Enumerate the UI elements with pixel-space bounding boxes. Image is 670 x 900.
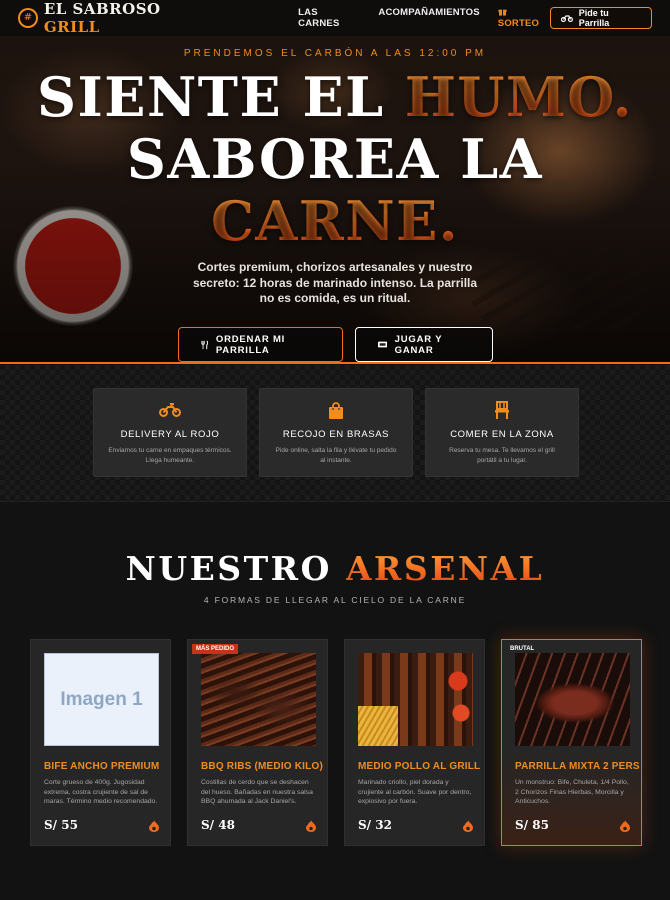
nav-link-sorteo[interactable]: SORTEO	[498, 7, 550, 29]
shopping-bag-icon	[329, 401, 343, 419]
motorcycle-icon	[159, 403, 181, 417]
fork-knife-icon	[200, 339, 208, 349]
services-section: DELIVERY AL ROJO Enviamos tu carne en em…	[0, 365, 670, 502]
grill-logo-icon: #	[18, 8, 38, 28]
brand-name: EL SABROSO GRILL	[43, 0, 161, 36]
gift-icon	[498, 9, 507, 16]
play-and-win-button[interactable]: JUGAR Y GANAR	[354, 327, 493, 362]
hero-headline: SIENTE EL HUMO. SABOREA LA CARNE.	[37, 65, 633, 253]
service-card-delivery: DELIVERY AL ROJO Enviamos tu carne en em…	[93, 388, 247, 477]
order-grill-button[interactable]: Pide tu Parrilla	[549, 7, 652, 29]
product-badge: BRUTAL	[510, 646, 535, 652]
product-card-ribs[interactable]: MÁS PEDIDO BBQ RIBS (MEDIO KILO) Costill…	[187, 639, 328, 846]
fire-icon[interactable]	[306, 820, 316, 832]
chair-icon	[495, 401, 509, 419]
product-price: S/ 55	[44, 818, 78, 832]
product-price: S/ 32	[358, 818, 392, 832]
product-title: MEDIO POLLO AL GRILL	[358, 761, 481, 772]
section-subtitle: 4 FORMAS DE LLEGAR AL CIELO DE LA CARNE	[203, 595, 467, 605]
product-image-pollo	[358, 653, 473, 746]
service-card-pickup: RECOJO EN BRASAS Pide online, salta la f…	[259, 388, 413, 477]
hero-subtitle: Cortes premium, chorizos artesanales y n…	[192, 260, 478, 305]
hero-kicker: PRENDEMOS EL CARBÓN A LAS 12:00 PM	[183, 48, 487, 59]
nav-links: LAS CARNES ACOMPAÑAMIENTOS SORTEO	[298, 7, 550, 29]
fire-icon[interactable]	[149, 820, 159, 832]
order-my-grill-button[interactable]: ORDENAR MI PARRILLA	[177, 327, 343, 362]
product-description: Costillas de cerdo que se deshacen del h…	[201, 779, 313, 806]
product-card-bife[interactable]: Imagen 1 BIFE ANCHO PREMIUM Corte grueso…	[30, 639, 171, 846]
products-section: NUESTRO ARSENAL 4 FORMAS DE LLEGAR AL CI…	[0, 502, 670, 900]
order-grill-label: Pide tu Parrilla	[578, 8, 610, 28]
product-title: BBQ RIBS (MEDIO KILO)	[201, 761, 323, 772]
product-card-parrilla-mixta[interactable]: BRUTAL PARRILLA MIXTA 2 PERS Un monstruo…	[501, 639, 642, 846]
product-image-mixta	[515, 653, 630, 746]
ticket-icon	[377, 341, 387, 348]
hero-section: PRENDEMOS EL CARBÓN A LAS 12:00 PM SIENT…	[0, 0, 670, 364]
product-badge: MÁS PEDIDO	[192, 644, 239, 654]
product-price: S/ 85	[515, 818, 549, 832]
section-title: NUESTRO ARSENAL	[125, 549, 545, 588]
product-description: Un monstruo: Bife, Chuleta, 1/4 Pollo, 2…	[515, 779, 629, 806]
product-title: BIFE ANCHO PREMIUM	[44, 761, 160, 772]
nav-link-carnes[interactable]: LAS CARNES	[298, 7, 360, 29]
top-navbar: # EL SABROSO GRILL LAS CARNES ACOMPAÑAMI…	[0, 0, 670, 36]
fire-icon[interactable]	[620, 820, 630, 832]
product-title: PARRILLA MIXTA 2 PERS	[515, 761, 640, 772]
nav-link-acompanamientos[interactable]: ACOMPAÑAMIENTOS	[378, 7, 479, 29]
product-description: Marinado criollo, piel dorada y crujient…	[358, 779, 472, 806]
product-price: S/ 48	[201, 818, 235, 832]
brand-logo[interactable]: # EL SABROSO GRILL	[18, 0, 220, 36]
fire-icon[interactable]	[463, 820, 473, 832]
motorcycle-icon	[560, 15, 573, 22]
service-card-dine-in: COMER EN LA ZONA Reserva tu mesa. Te lle…	[425, 388, 579, 477]
hero-actions: ORDENAR MI PARRILLA JUGAR Y GANAR	[0, 327, 670, 362]
product-image-ribs	[201, 653, 316, 746]
product-image-placeholder: Imagen 1	[44, 653, 159, 746]
product-description: Corte grueso de 400g. Jugosidad extrema,…	[44, 779, 158, 806]
product-card-pollo[interactable]: MEDIO POLLO AL GRILL Marinado criollo, p…	[344, 639, 485, 846]
product-grid: Imagen 1 BIFE ANCHO PREMIUM Corte grueso…	[30, 639, 642, 846]
